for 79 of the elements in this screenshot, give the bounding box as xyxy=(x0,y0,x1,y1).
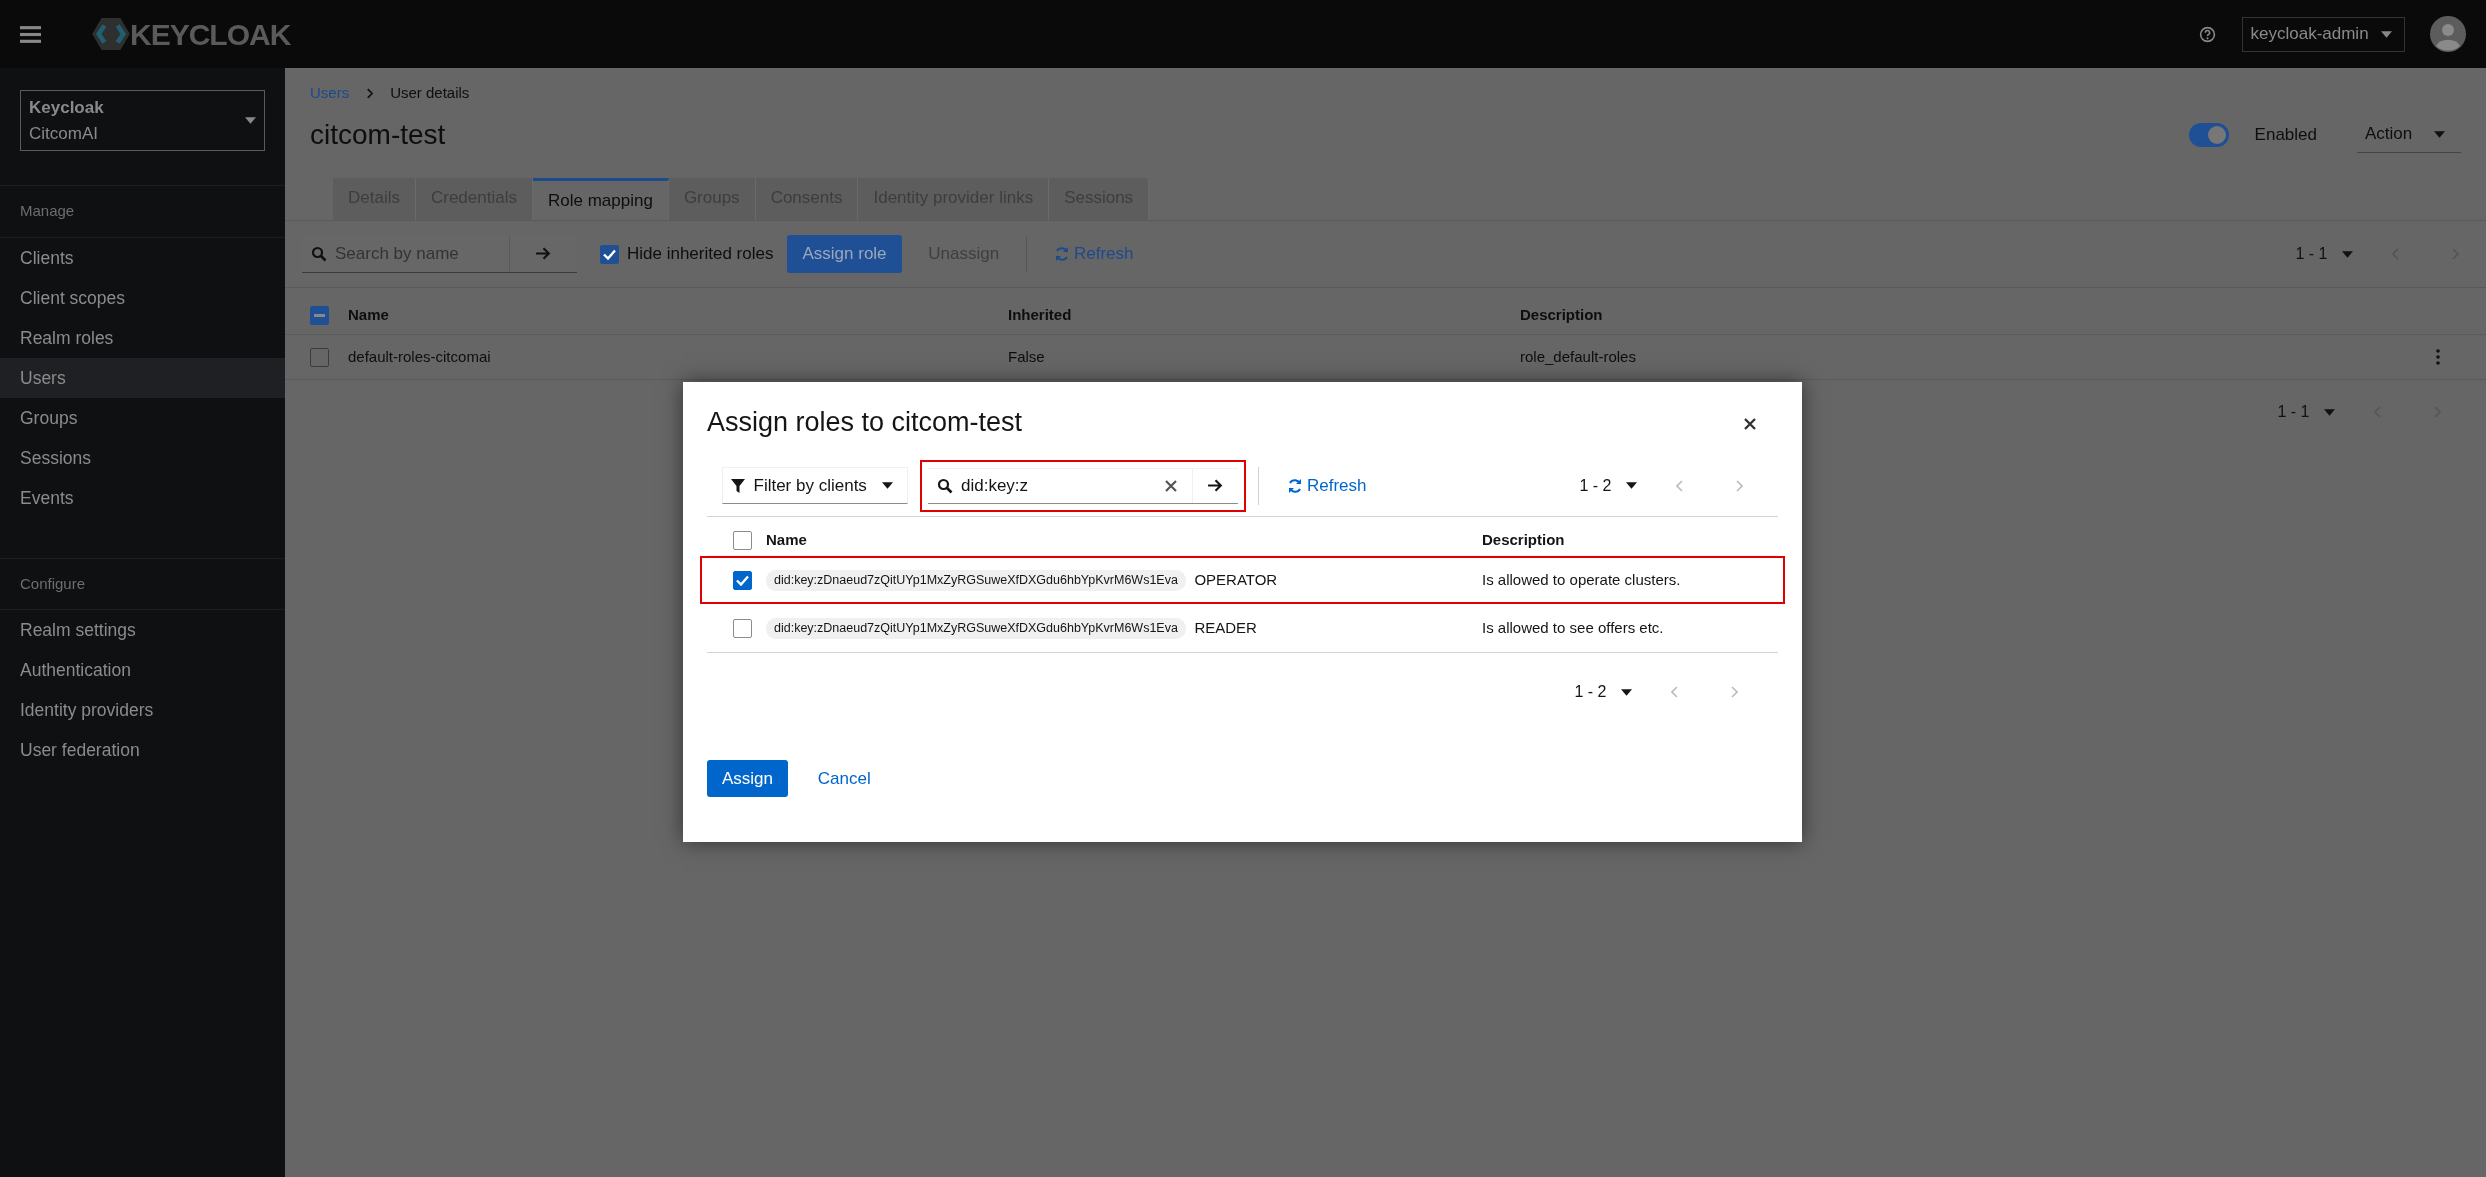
search-icon xyxy=(936,477,953,494)
chevron-right-icon xyxy=(366,87,374,99)
caret-icon xyxy=(1620,688,1632,696)
toggle-label: Enabled xyxy=(2254,123,2317,146)
menu-icon[interactable] xyxy=(20,25,41,43)
client-tag: did:key:zDnaeud7zQitUYp1MxZyRGSuweXfDXGdu6hbYpKvrM6Ws1Eva xyxy=(766,570,1186,591)
assign-role-button[interactable]: Assign role xyxy=(787,235,902,273)
checkbox[interactable] xyxy=(310,347,329,367)
avatar-icon[interactable] xyxy=(2430,16,2466,52)
caret-icon xyxy=(1625,482,1637,490)
section-heading: Manage xyxy=(0,185,285,238)
column-header: Description xyxy=(1520,305,1604,325)
pagination-count[interactable]: 1 - 1 xyxy=(2295,242,2328,267)
pagination-count[interactable]: 1 - 2 xyxy=(1574,680,1607,705)
cancel-button[interactable]: Cancel xyxy=(805,759,884,798)
caret-icon xyxy=(2380,30,2392,38)
table-cell-text: role_default-roles xyxy=(1520,347,1637,367)
refresh-button[interactable]: Refresh xyxy=(1274,466,1380,505)
column-header: Description xyxy=(1482,530,1565,551)
logo-icon xyxy=(92,18,130,50)
search-field[interactable]: did:key:z xyxy=(928,467,1238,504)
checkbox-label: Hide inherited roles xyxy=(627,243,774,266)
filter-dropdown[interactable]: Filter by clients xyxy=(722,467,908,505)
column-header: Name xyxy=(766,530,808,551)
table-cell-text: False xyxy=(1008,347,1046,367)
chevron-right-icon[interactable] xyxy=(1735,479,1743,492)
caret-icon xyxy=(882,482,893,490)
checkbox[interactable] xyxy=(310,305,329,325)
tab[interactable]: Role mapping xyxy=(532,177,669,220)
checkbox[interactable] xyxy=(599,244,619,264)
sidebar-item[interactable]: Groups xyxy=(0,397,285,438)
sidebar-item[interactable]: User federation xyxy=(0,730,285,770)
sidebar-item[interactable]: Users xyxy=(0,357,285,398)
checkbox[interactable] xyxy=(733,570,752,590)
caret-icon xyxy=(2341,250,2353,258)
caret-icon xyxy=(2434,130,2445,138)
kebab-menu-icon[interactable] xyxy=(2436,349,2440,366)
clear-icon[interactable] xyxy=(1165,479,1177,492)
sidebar-item[interactable]: Events xyxy=(0,477,285,518)
table-cell-text: Is allowed to see offers etc. xyxy=(1482,618,1664,639)
sidebar-item[interactable]: Realm settings xyxy=(0,610,285,650)
search-icon xyxy=(310,245,327,262)
pagination-count[interactable]: 1 - 2 xyxy=(1579,473,1612,498)
assign-button[interactable]: Assign xyxy=(707,759,789,798)
column-header: Inherited xyxy=(1008,305,1073,325)
checkbox[interactable] xyxy=(733,530,752,550)
realm-selector[interactable]: Keycloak CitcomAI xyxy=(20,90,265,151)
chevron-left-icon[interactable] xyxy=(1671,686,1679,699)
dialog-title: Assign roles to citcom-test xyxy=(707,406,1023,439)
caret-icon xyxy=(245,117,256,124)
checkbox[interactable] xyxy=(733,618,752,638)
refresh-icon xyxy=(1053,246,1070,263)
sidebar-item[interactable]: Authentication xyxy=(0,650,285,690)
toggle-switch[interactable] xyxy=(2189,122,2230,147)
sidebar-item[interactable]: Identity providers xyxy=(0,690,285,730)
refresh-icon xyxy=(1286,477,1303,494)
section-heading: Configure xyxy=(0,557,285,610)
filter-icon xyxy=(731,478,745,493)
close-icon[interactable] xyxy=(1744,418,1756,430)
chevron-left-icon[interactable] xyxy=(1676,479,1684,492)
table-cell-text: default-roles-citcomai xyxy=(348,347,492,367)
breadcrumb-item: User details xyxy=(390,83,470,103)
caret-icon xyxy=(2323,408,2335,416)
sidebar-item[interactable]: Sessions xyxy=(0,437,285,478)
sidebar-item[interactable]: Client scopes xyxy=(0,277,285,318)
sidebar-item[interactable]: Realm roles xyxy=(0,317,285,358)
action-dropdown[interactable]: Action xyxy=(2357,116,2461,153)
page-title: citcom-test xyxy=(310,117,446,152)
table-cell-text: Is allowed to operate clusters. xyxy=(1482,570,1681,591)
sidebar-item[interactable]: Clients xyxy=(0,237,285,278)
chevron-right-icon[interactable] xyxy=(1730,686,1738,699)
role-name: READER xyxy=(1194,618,1257,639)
role-name: OPERATOR xyxy=(1194,570,1278,591)
client-tag: did:key:zDnaeud7zQitUYp1MxZyRGSuweXfDXGdu6hbYpKvrM6Ws1Eva xyxy=(766,618,1186,639)
column-header: Name xyxy=(348,305,390,325)
user-dropdown[interactable]: keycloak-admin xyxy=(2241,16,2405,52)
pagination-count[interactable]: 1 - 1 xyxy=(2277,400,2310,425)
logo-text: KEYCLOAK xyxy=(130,16,291,53)
help-icon[interactable] xyxy=(2199,25,2216,43)
